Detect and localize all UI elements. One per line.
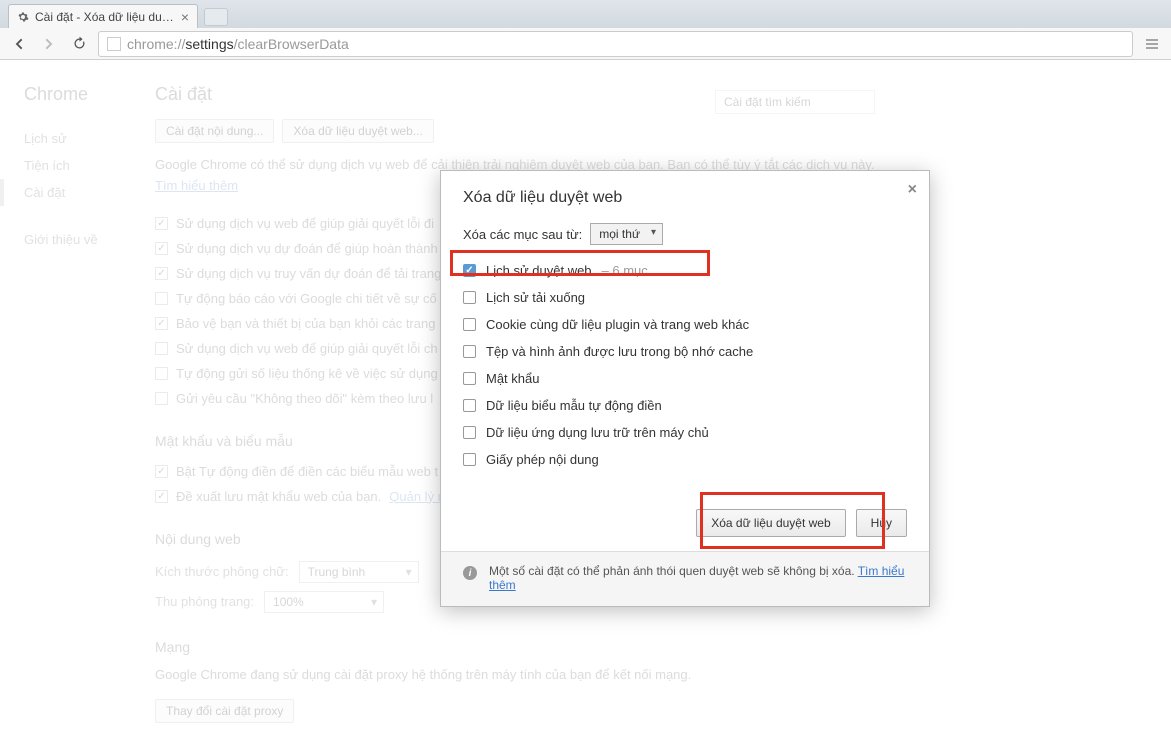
tab-strip: Cài đặt - Xóa dữ liệu duyệt v × (0, 0, 1171, 28)
dialog-title: Xóa dữ liệu duyệt web (463, 189, 907, 207)
clear-data-confirm-button[interactable]: Xóa dữ liệu duyệt web (696, 509, 845, 537)
option-count: – 6 mục (602, 263, 648, 278)
checkbox-icon (463, 318, 476, 331)
reload-button[interactable] (68, 33, 90, 55)
option-label: Cookie cùng dữ liệu plugin và trang web … (486, 317, 749, 332)
checkbox-icon (463, 453, 476, 466)
dialog-close-button[interactable]: × (908, 181, 917, 199)
chrome-menu-button[interactable] (1141, 33, 1163, 55)
checkbox-icon (463, 345, 476, 358)
clear-browsing-data-dialog: Xóa dữ liệu duyệt web × Xóa các mục sau … (440, 170, 930, 607)
dialog-footer-text: Một số cài đặt có thể phản ánh thói quen… (489, 564, 907, 592)
back-button[interactable] (8, 33, 30, 55)
browser-tab[interactable]: Cài đặt - Xóa dữ liệu duyệt v × (8, 4, 198, 28)
clear-option-row[interactable]: Lịch sử tải xuống (463, 284, 907, 311)
option-label: Mật khẩu (486, 371, 539, 386)
clear-option-row[interactable]: Tệp và hình ảnh được lưu trong bộ nhớ ca… (463, 338, 907, 365)
clear-option-row[interactable]: Dữ liệu ứng dụng lưu trữ trên máy chủ (463, 419, 907, 446)
cancel-button[interactable]: Hủy (856, 509, 907, 537)
checkbox-icon (463, 264, 476, 277)
gear-icon (17, 11, 29, 23)
clear-option-row[interactable]: Lịch sử duyệt web – 6 mục (463, 257, 907, 284)
url-host: settings (185, 36, 233, 52)
clear-option-row[interactable]: Dữ liệu biểu mẫu tự động điền (463, 392, 907, 419)
address-bar[interactable]: chrome://settings/clearBrowserData (98, 31, 1133, 57)
time-range-label: Xóa các mục sau từ: (463, 227, 582, 242)
clear-option-row[interactable]: Mật khẩu (463, 365, 907, 392)
url-path: /clearBrowserData (234, 36, 349, 52)
checkbox-icon (463, 426, 476, 439)
toolbar: chrome://settings/clearBrowserData (0, 28, 1171, 60)
option-label: Dữ liệu ứng dụng lưu trữ trên máy chủ (486, 425, 709, 440)
tab-close-icon[interactable]: × (181, 10, 189, 24)
option-label: Dữ liệu biểu mẫu tự động điền (486, 398, 662, 413)
option-label: Tệp và hình ảnh được lưu trong bộ nhớ ca… (486, 344, 753, 359)
option-label: Giấy phép nội dung (486, 452, 599, 467)
checkbox-icon (463, 399, 476, 412)
clear-option-row[interactable]: Cookie cùng dữ liệu plugin và trang web … (463, 311, 907, 338)
clear-option-row[interactable]: Giấy phép nội dung (463, 446, 907, 473)
url-scheme: chrome:// (127, 36, 185, 52)
info-icon: i (463, 566, 477, 580)
forward-button[interactable] (38, 33, 60, 55)
new-tab-button[interactable] (204, 8, 228, 26)
checkbox-icon (463, 372, 476, 385)
option-label: Lịch sử duyệt web (486, 263, 592, 278)
time-range-select[interactable]: mọi thứ (590, 223, 663, 245)
page-icon (107, 37, 121, 51)
tab-title: Cài đặt - Xóa dữ liệu duyệt v (35, 10, 175, 24)
option-label: Lịch sử tải xuống (486, 290, 585, 305)
checkbox-icon (463, 291, 476, 304)
